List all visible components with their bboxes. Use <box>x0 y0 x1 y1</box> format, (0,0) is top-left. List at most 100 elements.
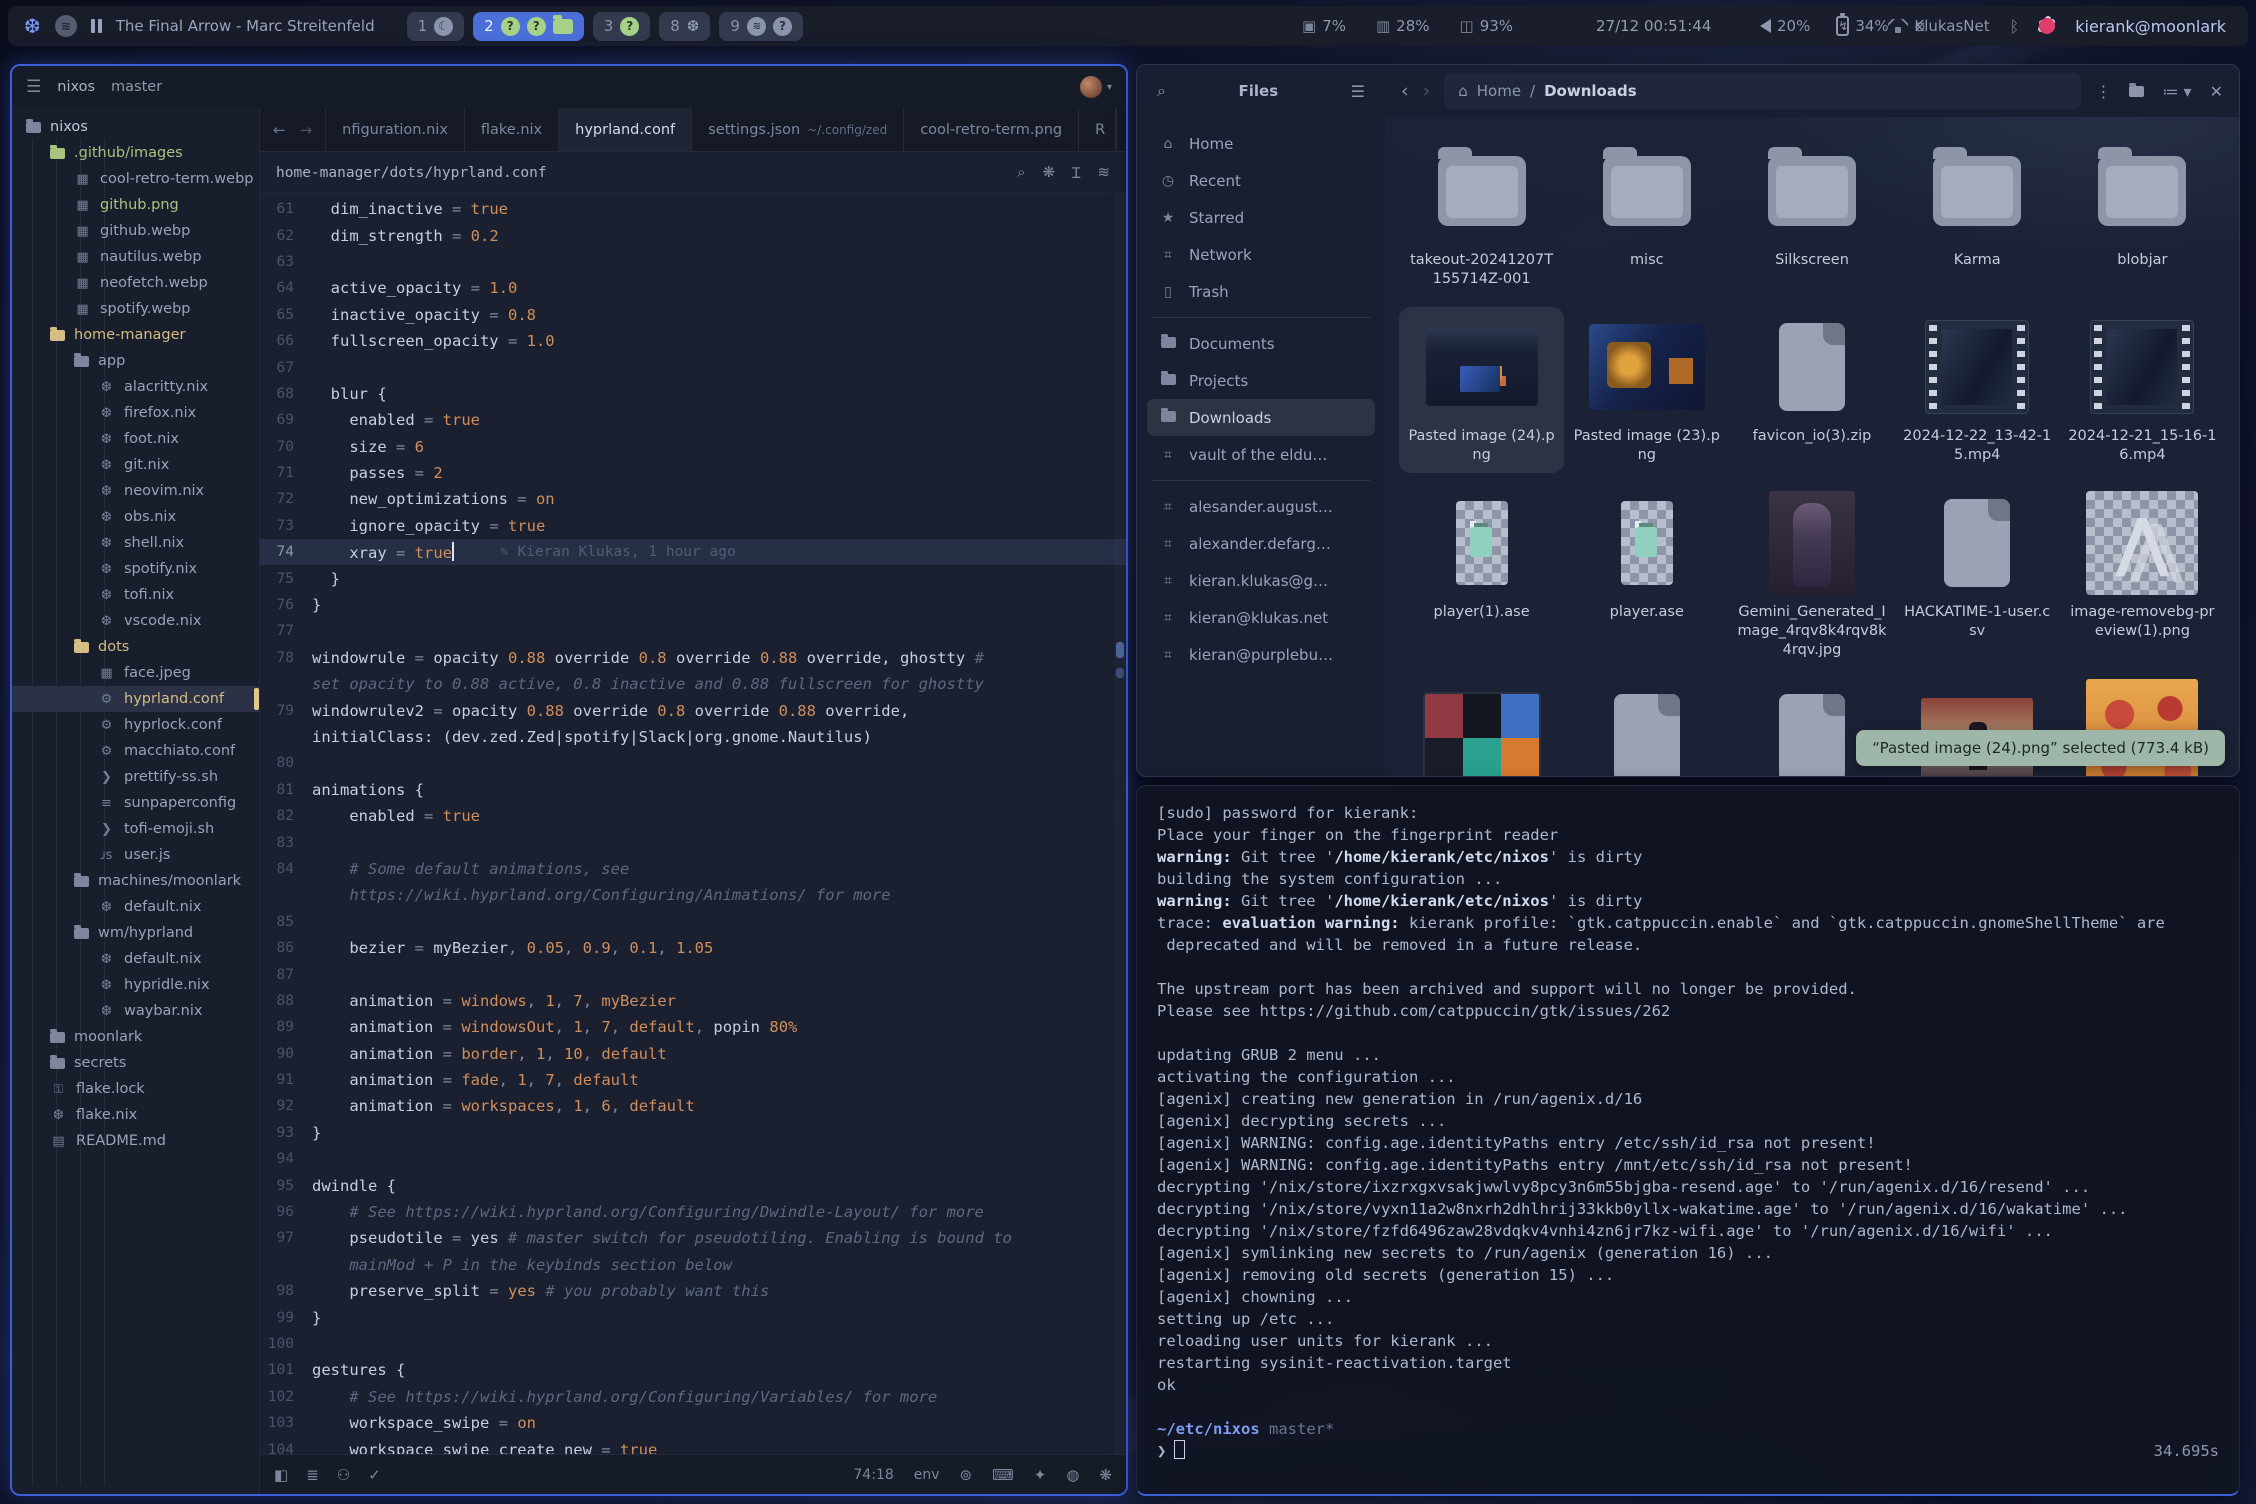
outline-panel-icon[interactable]: ≣ <box>306 1466 319 1484</box>
tree-item-readme.md[interactable]: ▤README.md <box>12 1128 259 1154</box>
tab-nfiguration.nix[interactable]: nfiguration.nix <box>326 108 465 151</box>
close-icon[interactable]: ✕ <box>2210 82 2223 101</box>
tree-item-hypridle.nix[interactable]: ❆hypridle.nix <box>12 972 259 998</box>
tree-item-nautilus.webp[interactable]: ▦nautilus.webp <box>12 244 259 270</box>
tree-item-wm-hyprland[interactable]: wm/hyprland <box>12 920 259 946</box>
sidebar-item-alesander-august-[interactable]: ⌗alesander.august… <box>1147 488 1375 525</box>
tree-item-face.jpeg[interactable]: ▦face.jpeg <box>12 660 259 686</box>
file-item-takeout-20241207t155714z-001[interactable]: takeout-20241207T155714Z-001 <box>1399 131 1564 297</box>
breadcrumb-home[interactable]: Home <box>1477 82 1521 100</box>
tree-item-.github-images[interactable]: .github/images <box>12 140 259 166</box>
tree-item-git.nix[interactable]: ❆git.nix <box>12 452 259 478</box>
tree-item-obs.nix[interactable]: ❆obs.nix <box>12 504 259 530</box>
sidebar-item-kieran-klukas-g-[interactable]: ⌗kieran.klukas@g… <box>1147 562 1375 599</box>
toggle-left-dock-icon[interactable]: ◧ <box>274 1466 288 1484</box>
tab-hyprland.conf[interactable]: hyprland.conf <box>559 108 692 151</box>
workspace-8[interactable]: 8❆ <box>659 12 710 41</box>
breadcrumb[interactable]: home-manager/dots/hyprland.conf <box>276 165 547 181</box>
notifications-icon[interactable]: ◍ <box>1066 1466 1079 1484</box>
tree-item-prettify-ss.sh[interactable]: ❯prettify-ss.sh <box>12 764 259 790</box>
tree-item-hyprlock.conf[interactable]: ⚙hyprlock.conf <box>12 712 259 738</box>
tree-item-machines-moonlark[interactable]: machines/moonlark <box>12 868 259 894</box>
terminal-window[interactable]: [sudo] password for kierank:Place your f… <box>1136 785 2240 1496</box>
tree-item-user.js[interactable]: ᴊsuser.js <box>12 842 259 868</box>
tree-item-firefox.nix[interactable]: ❆firefox.nix <box>12 400 259 426</box>
sidebar-item-kieran-klukas-net[interactable]: ⌗kieran@klukas.net <box>1147 599 1375 636</box>
tree-item-dots[interactable]: dots <box>12 634 259 660</box>
workspace-2[interactable]: 2?? <box>473 12 584 41</box>
file-item-silkscreen[interactable]: Silkscreen <box>1729 131 1894 297</box>
tree-item-flake.nix[interactable]: ❆flake.nix <box>12 1102 259 1128</box>
file-item-blobjar[interactable]: blobjar <box>2060 131 2225 297</box>
tree-item-macchiato.conf[interactable]: ⚙macchiato.conf <box>12 738 259 764</box>
diagnostics-check-icon[interactable]: ✓ <box>368 1466 381 1484</box>
tree-item-neovim.nix[interactable]: ❆neovim.nix <box>12 478 259 504</box>
sidebar-item-alexander-defarg-[interactable]: ⌗alexander.defarg… <box>1147 525 1375 562</box>
cursor-position[interactable]: 74:18 <box>853 1467 893 1483</box>
sidebar-item-projects[interactable]: Projects <box>1147 362 1375 399</box>
file-item-wrapped.png[interactable]: wrapped.png <box>1399 678 1564 777</box>
sidebar-item-trash[interactable]: ▯Trash <box>1147 273 1375 310</box>
nav-back-icon[interactable]: ← <box>273 121 286 139</box>
terminal-panel-icon[interactable]: ⌨ <box>992 1466 1014 1484</box>
bluetooth-icon[interactable]: ᛒ <box>2010 17 2020 36</box>
file-item-favicon-io-3-.zip[interactable]: favicon_io(3).zip <box>1729 307 1894 473</box>
sidebar-item-recent[interactable]: ◷Recent <box>1147 162 1375 199</box>
project-name[interactable]: nixos <box>57 79 95 95</box>
tree-item-neofetch.webp[interactable]: ▦neofetch.webp <box>12 270 259 296</box>
tree-item-sunpaperconfig[interactable]: ≡sunpaperconfig <box>12 790 259 816</box>
path-bar[interactable]: ⌂ Home / Downloads <box>1444 73 2081 109</box>
tree-item-default.nix[interactable]: ❆default.nix <box>12 894 259 920</box>
collab-panel-icon[interactable]: ⚇ <box>337 1466 350 1484</box>
file-item-doubloonleaderboard.csv[interactable]: DoubloonLeaderboard.csv <box>1564 678 1729 777</box>
file-item-pasted-image-23-.png[interactable]: Pasted image (23).png <box>1564 307 1729 473</box>
tab-flake.nix[interactable]: flake.nix <box>465 108 559 151</box>
workspace-9[interactable]: 9≋? <box>719 12 803 41</box>
editor-scrollbar[interactable] <box>1114 194 1126 1454</box>
sidebar-item-starred[interactable]: ★Starred <box>1147 199 1375 236</box>
editor-controls-icon[interactable]: ≋ <box>1097 163 1110 183</box>
sidebar-item-kieran-purplebu-[interactable]: ⌗kieran@purplebu… <box>1147 636 1375 673</box>
breadcrumb-current[interactable]: Downloads <box>1544 82 1637 100</box>
volume-indicator[interactable]: 20% <box>1760 17 1810 35</box>
copilot-icon[interactable]: ⊚ <box>960 1466 973 1484</box>
tray-icon[interactable] <box>2039 18 2055 34</box>
tree-item-shell.nix[interactable]: ❆shell.nix <box>12 530 259 556</box>
file-item-2024-12-21-15-16-16.mp4[interactable]: 2024-12-21_15-16-16.mp4 <box>2060 307 2225 473</box>
file-item-player-1-.ase[interactable]: player(1).ase <box>1399 483 1564 668</box>
tree-item-cool-retro-term.webp[interactable]: ▦cool-retro-term.webp <box>12 166 259 192</box>
tab-cool-retro-term.png[interactable]: cool-retro-term.png <box>904 108 1079 151</box>
git-branch[interactable]: master <box>111 79 162 95</box>
sidebar-item-vault-of-the-eldu-[interactable]: ⌗vault of the eldu… <box>1147 436 1375 473</box>
file-item-hackatime-1-user.csv[interactable]: HACKATIME-1-user.csv <box>1895 483 2060 668</box>
sidebar-item-network[interactable]: ⌗Network <box>1147 236 1375 273</box>
text-cursor-icon[interactable]: Ɪ <box>1072 163 1080 183</box>
now-playing-title[interactable]: The Final Arrow - Marc Streitenfeld <box>116 17 375 35</box>
tree-item-nixos[interactable]: nixos <box>12 114 259 140</box>
tree-item-foot.nix[interactable]: ❆foot.nix <box>12 426 259 452</box>
sidebar-item-downloads[interactable]: Downloads <box>1147 399 1375 436</box>
tree-item-vscode.nix[interactable]: ❆vscode.nix <box>12 608 259 634</box>
ai-sparkle-icon[interactable]: ❋ <box>1099 1466 1112 1484</box>
tree-item-default.nix[interactable]: ❆default.nix <box>12 946 259 972</box>
wifi-indicator[interactable]: KlukasNet <box>1888 17 1989 35</box>
search-icon[interactable]: ⌕ <box>1157 81 1166 101</box>
env-label[interactable]: env <box>914 1467 940 1483</box>
tree-item-waybar.nix[interactable]: ❆waybar.nix <box>12 998 259 1024</box>
tab-r[interactable]: R <box>1079 108 1116 151</box>
kebab-menu-icon[interactable]: ⋮ <box>2095 82 2111 101</box>
tree-item-hyprland.conf[interactable]: ⚙hyprland.conf <box>12 686 259 712</box>
tree-item-github.png[interactable]: ▦github.png <box>12 192 259 218</box>
tree-item-app[interactable]: app <box>12 348 259 374</box>
file-item-image-removebg-preview-1-.png[interactable]: image-removebg-preview(1).png <box>2060 483 2225 668</box>
back-icon[interactable]: ‹ <box>1401 80 1409 102</box>
account-button[interactable]: ▾ <box>1080 76 1112 98</box>
view-toggle-icon[interactable]: ≔ ▾ <box>2162 82 2191 101</box>
tree-item-secrets[interactable]: secrets <box>12 1050 259 1076</box>
workspace-1[interactable]: 1☾ <box>407 12 465 41</box>
terminal-prompt[interactable]: ❯34.695s <box>1157 1440 2219 1462</box>
sidebar-menu-icon[interactable]: ☰ <box>1351 82 1365 101</box>
tree-item-home-manager[interactable]: home-manager <box>12 322 259 348</box>
tree-item-alacritty.nix[interactable]: ❆alacritty.nix <box>12 374 259 400</box>
nav-forward-icon[interactable]: → <box>300 121 313 139</box>
